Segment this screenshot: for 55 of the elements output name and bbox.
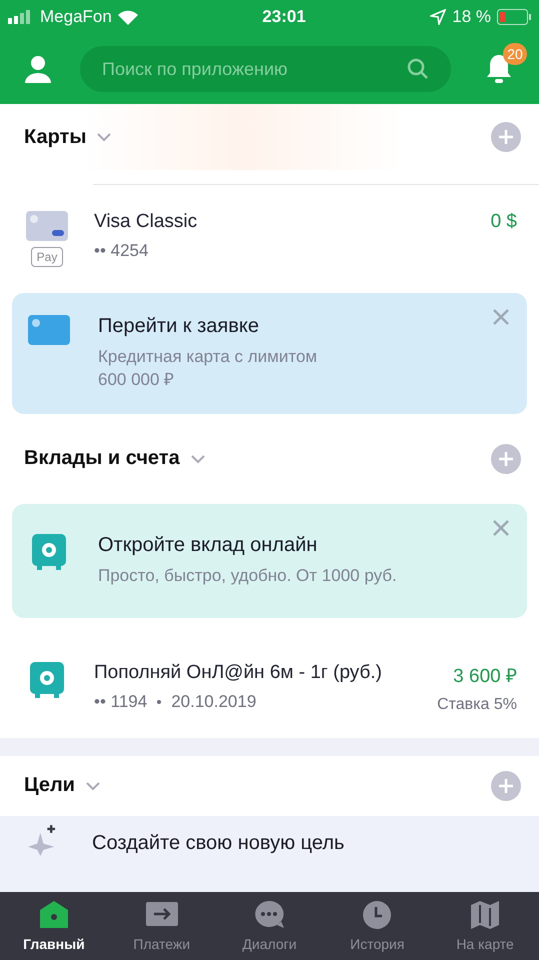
account-balance: 0 $ xyxy=(490,211,517,233)
clock-icon xyxy=(361,900,394,930)
map-icon xyxy=(469,900,502,930)
deposit-date: 20.10.2019 xyxy=(171,692,256,712)
promo-card[interactable]: Перейти к заявке Кредитная карта с лимитом 600 000 ₽ xyxy=(12,293,527,414)
goal-title: Создайте свою новую цель xyxy=(92,832,344,855)
section-title[interactable]: Цели xyxy=(24,774,75,798)
goal-banner[interactable]: Создайте свою новую цель xyxy=(0,816,539,892)
close-button[interactable] xyxy=(491,307,511,327)
account-name: Visa Classic xyxy=(94,211,198,233)
tab-bar-item[interactable]: История xyxy=(323,892,432,960)
home-icon xyxy=(38,900,70,930)
section-title[interactable]: Вклады и счета xyxy=(24,447,180,470)
chat-icon xyxy=(253,900,286,930)
search-field[interactable]: Поиск по приложению xyxy=(80,46,451,92)
battery-percent: 18 % xyxy=(452,7,491,27)
card-icon xyxy=(28,315,70,345)
add-button[interactable] xyxy=(491,770,521,801)
add-button[interactable] xyxy=(491,444,521,474)
promo-title: Откройте вклад онлайн xyxy=(98,534,318,557)
profile-icon[interactable] xyxy=(24,55,52,83)
account-number: •• 4254 xyxy=(94,241,148,261)
plus-icon xyxy=(498,450,514,467)
plus-icon xyxy=(498,778,514,794)
promo-text: Кредитная карта с лимитом 600 000 ₽ xyxy=(98,346,318,391)
card-icon xyxy=(26,211,68,241)
chevron-down-icon[interactable] xyxy=(96,132,112,142)
interest-rate: Ставка 5% xyxy=(437,696,517,714)
tab-bar-item[interactable]: На карте xyxy=(431,892,539,960)
safe-icon xyxy=(30,662,64,698)
chevron-down-icon[interactable] xyxy=(84,780,101,791)
carrier-name: MegaFon xyxy=(40,7,112,27)
add-button[interactable] xyxy=(491,122,521,152)
search-icon xyxy=(407,58,429,80)
promo-title: Перейти к заявке xyxy=(98,315,260,338)
safe-icon xyxy=(32,534,66,570)
tab-bar-item[interactable]: Главный xyxy=(0,892,108,960)
close-button[interactable] xyxy=(491,518,511,538)
tab-bar-item[interactable]: Платежи xyxy=(108,892,216,960)
promo-card[interactable]: Откройте вклад онлайн Просто, быстро, удобно. От 1000 руб. xyxy=(12,504,527,618)
notification-badge: 20 xyxy=(503,43,527,65)
deposit-balance: 3 600 ₽ xyxy=(453,664,517,688)
chevron-down-icon[interactable] xyxy=(190,454,206,464)
deposit-name: Пополняй ОнЛ@йн 6м - 1г (руб.) xyxy=(94,662,384,684)
wifi-icon xyxy=(118,10,138,24)
clock-time: 23:01 xyxy=(262,7,306,27)
tab-bar-item[interactable]: Диалоги xyxy=(216,892,324,960)
plus-icon xyxy=(498,129,514,145)
deposit-number: •• 1194 xyxy=(94,692,148,712)
separator-dot xyxy=(157,700,162,704)
battery-icon xyxy=(497,9,531,25)
promo-text: Просто, быстро, удобно. От 1000 руб. xyxy=(98,564,398,587)
location-arrow-icon xyxy=(430,9,446,25)
apple-pay-badge: Pay xyxy=(30,247,64,267)
section-title[interactable]: Карты xyxy=(24,126,86,148)
